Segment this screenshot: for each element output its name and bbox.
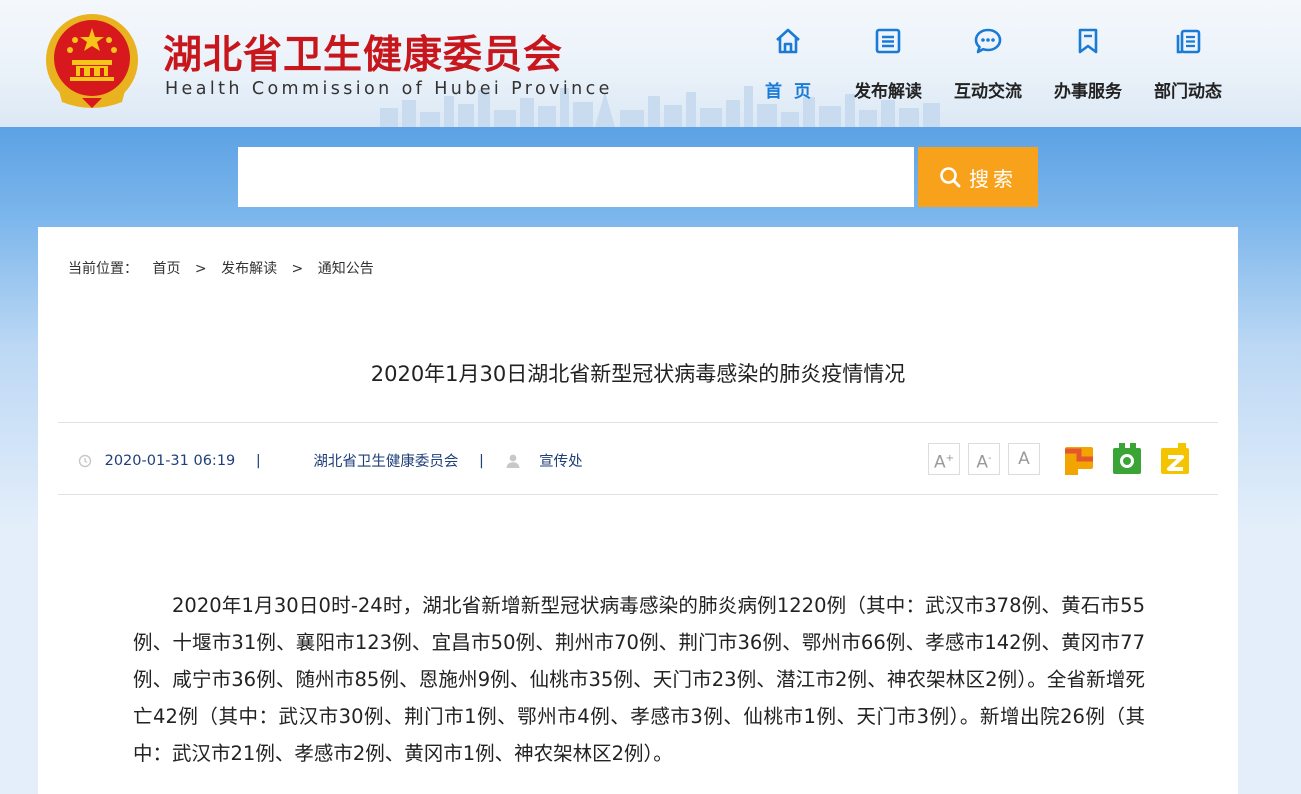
clock-icon [78, 454, 92, 467]
user-icon [506, 454, 519, 468]
meta-divider: | [255, 452, 261, 469]
divider-bottom [58, 494, 1218, 495]
font-size-increase-button[interactable]: A+ [928, 443, 960, 475]
national-emblem-logo [46, 14, 138, 108]
bookmark-icon [1078, 28, 1098, 54]
publish-datetime: 2020-01-31 06:19 [104, 452, 236, 469]
chat-bubble-icon [974, 28, 1002, 54]
nav-label-interaction: 互动交流 [954, 82, 1022, 102]
article-author: 宣传处 [539, 454, 583, 470]
breadcrumb-separator: > [291, 261, 304, 277]
search-icon [940, 167, 961, 188]
site-subtitle: Health Commission of Hubei Province [165, 79, 613, 99]
font-size-decrease-button[interactable]: A- [968, 443, 1000, 475]
nav-item-department-news[interactable]: 部门动态 [1138, 22, 1238, 106]
article-title: 2020年1月30日湖北省新型冠状病毒感染的肺炎疫情情况 [370, 362, 906, 386]
nav-item-home[interactable]: 首页 [738, 22, 838, 106]
meta-divider: | [479, 452, 484, 469]
search-button-label: 搜索 [969, 166, 1017, 191]
article-meta: 2020-01-31 06:19 | 湖北省卫生健康委员会 | 宣传处 [78, 450, 583, 471]
breadcrumb-item-home[interactable]: 首页 [152, 258, 180, 278]
home-icon [776, 28, 800, 54]
document-list-icon [875, 28, 901, 54]
search-button[interactable]: 搜索 [918, 147, 1038, 207]
site-header: 湖北省卫生健康委员会 Health Commission of Hubei Pr… [0, 0, 1301, 127]
font-size-sign: + [945, 453, 955, 464]
wechat-icon[interactable] [1110, 441, 1144, 475]
nav-label-services: 办事服务 [1054, 82, 1122, 102]
nav-label-department-news: 部门动态 [1154, 82, 1222, 102]
article-source: 湖北省卫生健康委员会 [313, 454, 459, 470]
qzone-icon[interactable] [1158, 441, 1192, 475]
article-card: 当前位置： 首页 > 发布解读 > 通知公告 2020年1月30日湖北省新型冠状… [38, 227, 1238, 794]
article-body: 2020年1月30日0时-24时，湖北省新增新型冠状病毒感染的肺炎病例1220例… [133, 594, 1145, 765]
nav-item-publish[interactable]: 发布解读 [838, 22, 938, 106]
breadcrumb-item-notices[interactable]: 通知公告 [318, 258, 374, 278]
nav-item-services[interactable]: 办事服务 [1038, 22, 1138, 106]
search-input[interactable] [238, 147, 914, 207]
stacked-pages-icon [1176, 29, 1201, 54]
breadcrumb-item-publish[interactable]: 发布解读 [221, 258, 277, 278]
site-title: 湖北省卫生健康委员会 [163, 33, 564, 78]
breadcrumb-prefix: 当前位置： [68, 261, 138, 277]
weibo-icon[interactable] [1062, 441, 1096, 475]
font-size-sign: - [988, 453, 992, 464]
breadcrumb: 当前位置： 首页 > 发布解读 > 通知公告 [68, 258, 374, 278]
nav-item-interaction[interactable]: 互动交流 [938, 22, 1038, 106]
breadcrumb-separator: > [194, 261, 207, 277]
nav-label-publish: 发布解读 [854, 82, 922, 102]
font-size-reset-button[interactable]: A [1008, 443, 1040, 475]
nav-label-home: 首页 [765, 82, 823, 102]
divider-top [58, 422, 1218, 423]
